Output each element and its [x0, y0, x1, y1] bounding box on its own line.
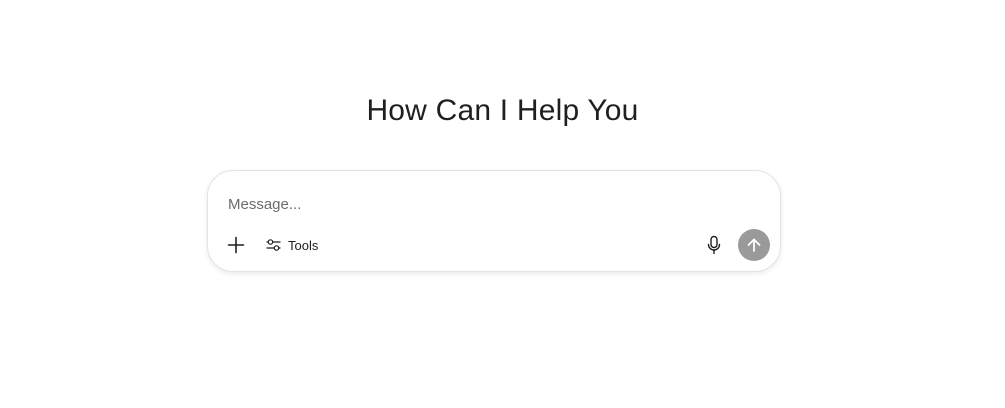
sliders-icon — [266, 238, 281, 252]
tools-label: Tools — [288, 237, 319, 253]
voice-input-button[interactable] — [702, 233, 726, 257]
tools-button[interactable]: Tools — [266, 233, 318, 257]
page-title: How Can I Help You — [366, 94, 639, 127]
microphone-icon — [706, 235, 722, 255]
add-attachment-button[interactable] — [224, 233, 248, 257]
plus-icon — [227, 236, 245, 254]
chat-start-page: How Can I Help You Tools — [0, 0, 1005, 408]
message-composer: Tools — [207, 170, 781, 272]
arrow-up-icon — [746, 237, 762, 253]
send-button[interactable] — [738, 229, 770, 261]
message-input[interactable] — [228, 191, 748, 217]
